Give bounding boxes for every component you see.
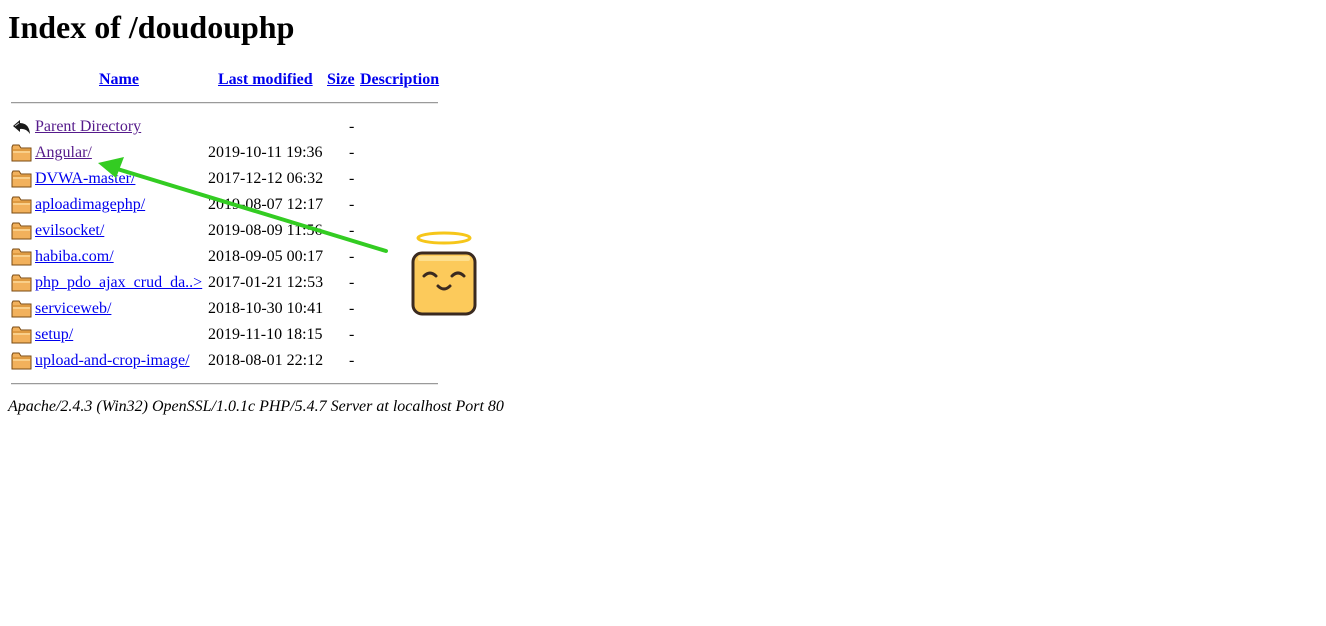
folder-link[interactable]: Angular/ [35, 144, 92, 162]
folder-icon [11, 221, 32, 241]
sort-by-size-link[interactable]: Size [327, 71, 355, 89]
size-cell: - [349, 222, 355, 239]
last-modified-cell: 2019-08-07 12:17 [208, 196, 324, 213]
folder-icon [11, 299, 32, 319]
page-title: Index of /doudouphp [8, 9, 295, 45]
size-cell: - [349, 248, 355, 265]
listing-row: evilsocket/2019-08-09 11:56 - [0, 219, 440, 245]
folder-icon [11, 325, 32, 345]
parent-directory-link[interactable]: Parent Directory [35, 118, 141, 136]
size-cell: - [349, 196, 355, 213]
back-arrow-icon [11, 117, 32, 137]
footer-divider [11, 383, 438, 385]
sort-by-name-link[interactable]: Name [99, 71, 139, 89]
listing-row: habiba.com/2018-09-05 00:17 - [0, 245, 440, 271]
folder-icon [11, 143, 32, 163]
header-divider [11, 102, 438, 104]
listing-row: setup/2019-11-10 18:15 - [0, 323, 440, 349]
folder-icon [11, 351, 32, 371]
folder-link[interactable]: habiba.com/ [35, 248, 114, 266]
folder-link[interactable]: setup/ [35, 326, 73, 344]
angel-emoji-sticker [411, 231, 477, 316]
last-modified-cell: 2017-12-12 06:32 [208, 170, 324, 187]
size-cell: - [349, 170, 355, 187]
folder-link[interactable]: evilsocket/ [35, 222, 104, 240]
last-modified-cell: 2019-10-11 19:36 [208, 144, 323, 161]
folder-link[interactable]: serviceweb/ [35, 300, 111, 318]
folder-link[interactable]: php_pdo_ajax_crud_da..> [35, 274, 202, 292]
sort-by-description-link[interactable]: Description [360, 71, 439, 89]
last-modified-cell: 2019-11-10 18:15 [208, 326, 323, 343]
listing-row: Parent Directory - [0, 115, 440, 141]
folder-link[interactable]: aploadimagephp/ [35, 196, 145, 214]
last-modified-cell: 2017-01-21 12:53 [208, 274, 324, 291]
size-cell: - [349, 326, 355, 343]
listing-row: Angular/2019-10-11 19:36 - [0, 141, 440, 167]
last-modified-cell: 2018-10-30 10:41 [208, 300, 324, 317]
size-cell: - [349, 274, 355, 291]
server-signature: Apache/2.4.3 (Win32) OpenSSL/1.0.1c PHP/… [8, 398, 504, 415]
size-cell: - [349, 118, 355, 135]
folder-icon [11, 169, 32, 189]
folder-icon [11, 195, 32, 215]
last-modified-cell: 2018-08-01 22:12 [208, 352, 324, 369]
size-cell: - [349, 144, 355, 161]
listing-row: upload-and-crop-image/2018-08-01 22:12 - [0, 349, 440, 375]
folder-link[interactable]: DVWA-master/ [35, 170, 135, 188]
listing-row: serviceweb/2018-10-30 10:41 - [0, 297, 440, 323]
sort-by-last-modified-link[interactable]: Last modified [218, 71, 313, 89]
last-modified-cell: 2018-09-05 00:17 [208, 248, 324, 265]
listing-row: aploadimagephp/2019-08-07 12:17 - [0, 193, 440, 219]
listing-row: php_pdo_ajax_crud_da..> 2017-01-21 12:53 - [0, 271, 440, 297]
folder-link[interactable]: upload-and-crop-image/ [35, 352, 190, 370]
size-cell: - [349, 300, 355, 317]
size-cell: - [349, 352, 355, 369]
listing-row: DVWA-master/2017-12-12 06:32 - [0, 167, 440, 193]
folder-icon [11, 247, 32, 267]
last-modified-cell: 2019-08-09 11:56 [208, 222, 323, 239]
folder-icon [11, 273, 32, 293]
